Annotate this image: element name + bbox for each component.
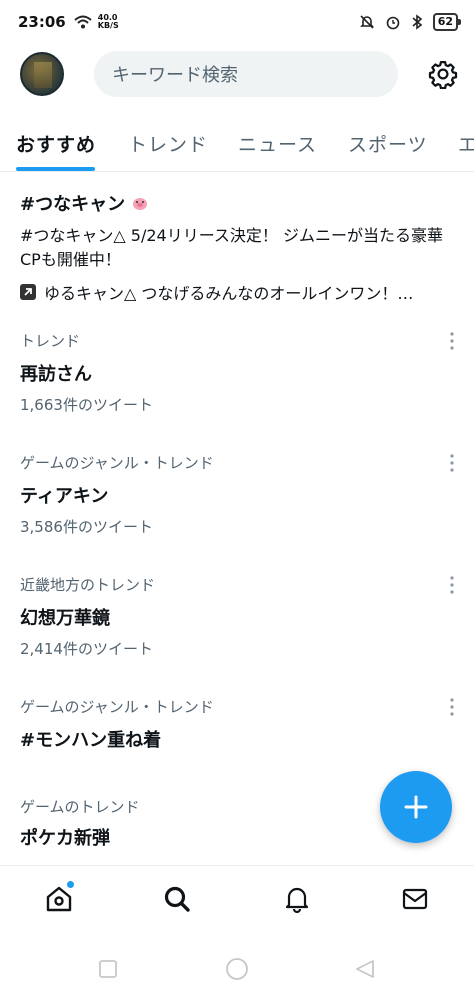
external-link-icon [20,284,36,300]
tab-news[interactable]: ニュース [238,130,317,157]
more-options-icon[interactable] [450,576,454,594]
trend-name: 幻想万華鏡 [20,608,110,629]
compose-tweet-button[interactable] [380,771,452,843]
plus-icon [404,795,428,819]
avatar[interactable] [20,52,64,96]
recent-apps-icon[interactable] [98,959,118,979]
alarm-icon [386,16,399,30]
tab-entertainment[interactable]: エ [458,130,474,157]
trend-tweet-count: 3,586件のツイート [20,518,153,536]
network-speed: 40.0 KB/S [98,14,119,30]
mute-bell-icon [359,15,374,29]
trend-category: ゲームのトレンド [20,798,140,816]
promoted-trend[interactable]: #つなキャン #つなキャン△ 5/24リリース決定！ ジムニーが当たる豪華CPも… [0,172,474,312]
system-navigation-bar [0,935,474,1001]
status-time: 23:06 [18,13,66,31]
tab-trend[interactable]: トレンド [128,130,208,157]
status-bar: 23:06 40.0 KB/S 62 [0,0,474,44]
trend-tweet-count: 1,663件のツイート [20,396,153,414]
tab-sports[interactable]: スポーツ [348,130,428,157]
more-options-icon[interactable] [450,454,454,472]
trend-item[interactable]: ゲームのジャンル・トレンド #モンハン重ね着 [0,678,474,778]
bell-icon[interactable] [282,884,312,914]
trend-item[interactable]: ゲームのジャンル・トレンド ティアキン 3,586件のツイート [0,434,474,556]
trend-item[interactable]: トレンド 再訪さん 1,663件のツイート [0,312,474,434]
trend-name: ポケカ新弾 [20,828,110,849]
promo-link-text: ゆるキャン△ つなげるみんなのオールインワン！… [44,284,414,303]
search-placeholder: キーワード検索 [112,65,238,86]
active-tab-indicator [16,167,95,171]
trend-category: ゲームのジャンル・トレンド [20,698,214,716]
trend-name: #モンハン重ね着 [20,730,162,751]
trend-feed: #つなキャン #つなキャン△ 5/24リリース決定！ ジムニーが当たる豪華CPも… [0,172,474,868]
trend-category: 近畿地方のトレンド [20,576,156,594]
bluetooth-icon [412,14,422,30]
network-speed-unit: KB/S [97,21,119,30]
promo-title: #つなキャン [20,194,126,215]
mail-icon[interactable] [400,884,430,914]
gear-icon[interactable] [428,59,458,89]
explore-tabs: おすすめ トレンド ニュース スポーツ エ [0,118,474,172]
pig-emoji-icon [133,198,148,210]
top-header: キーワード検索 [0,44,474,104]
more-options-icon[interactable] [450,698,454,716]
battery-indicator: 62 [432,13,462,31]
tab-osusume[interactable]: おすすめ [16,130,96,157]
trend-name: 再訪さん [20,364,92,385]
promo-link[interactable]: ゆるキャン△ つなげるみんなのオールインワン！… [20,280,454,304]
promo-title-row: #つなキャン [20,190,454,216]
home-circle-icon[interactable] [225,957,249,981]
wifi-icon [74,15,92,29]
search-icon[interactable] [162,884,192,914]
bottom-navigation [0,865,474,935]
trend-item[interactable]: 近畿地方のトレンド 幻想万華鏡 2,414件のツイート [0,556,474,678]
back-triangle-icon[interactable] [354,959,376,979]
home-notification-dot [67,881,74,888]
network-indicator: 40.0 KB/S [74,14,119,30]
trend-tweet-count: 2,414件のツイート [20,640,153,658]
trend-name: ティアキン [20,486,109,507]
trend-category: トレンド [20,332,81,350]
more-options-icon[interactable] [450,332,454,350]
search-input[interactable]: キーワード検索 [94,51,398,97]
home-icon[interactable] [44,884,74,914]
trend-category: ゲームのジャンル・トレンド [20,454,214,472]
promo-description: #つなキャン△ 5/24リリース決定！ ジムニーが当たる豪華CPも開催中！ [20,226,444,269]
